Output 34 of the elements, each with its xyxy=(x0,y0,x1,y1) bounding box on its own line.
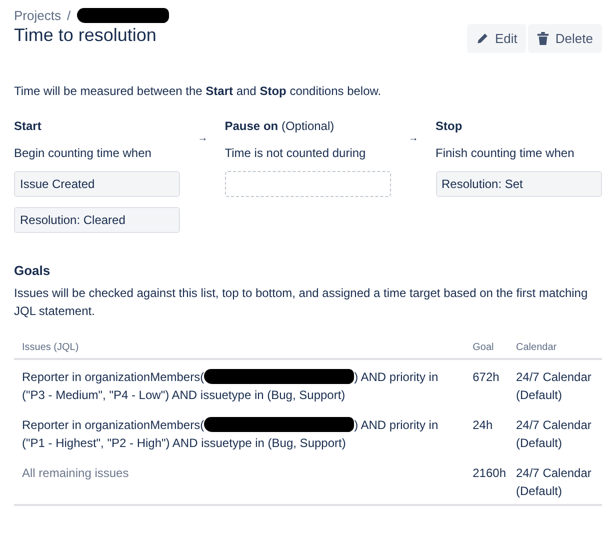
condition-item: Resolution: Set xyxy=(436,171,602,197)
goal-value: 672h xyxy=(472,370,500,384)
column-header: Issues (JQL) xyxy=(14,336,465,359)
condition-heading: Pause on xyxy=(224,119,278,133)
edit-button[interactable]: Edit xyxy=(467,24,526,53)
jql-text: Reporter in organizationMembers( ) AND priority in ("P1 - Highest", "P2 - High") AND issuetype in (Bug, Support) xyxy=(22,418,438,450)
goal-value: 2160h xyxy=(472,466,506,480)
calendar-name: 24/7 Calendar (Default) xyxy=(516,370,592,402)
calendar-name: 24/7 Calendar (Default) xyxy=(516,418,592,450)
column-header: Goal xyxy=(464,336,508,359)
section-heading: Goals xyxy=(14,263,52,278)
pencil-icon xyxy=(476,32,490,45)
goals-description: Issues will be checked against this list, top to bottom, and assigned a time target based on the first matching JQL statement. xyxy=(14,285,589,320)
condition-description: Begin counting time when xyxy=(14,146,152,162)
calendar-name: 24/7 Calendar (Default) xyxy=(516,466,592,498)
condition-note: (Optional) xyxy=(281,119,334,133)
condition-item: Issue Created xyxy=(14,171,180,197)
condition-description: Finish counting time when xyxy=(436,146,576,162)
page-title: Time to resolution xyxy=(14,25,158,46)
jql-text: All remaining issues xyxy=(22,466,129,480)
goal-value: 24h xyxy=(472,418,493,432)
intro-text: Time will be measured between the Start and Stop conditions below. xyxy=(14,83,382,99)
delete-button[interactable]: Delete xyxy=(528,24,602,53)
condition-heading: Stop xyxy=(436,119,462,133)
jql-text: Reporter in organizationMembers( ) AND priority in ("P3 - Medium", "P4 - Low") AND issuetype in (Bug, Support) xyxy=(22,370,438,402)
arrow-icon: → xyxy=(198,133,208,144)
trash-icon xyxy=(537,32,550,45)
condition-item: Resolution: Cleared xyxy=(14,207,180,233)
condition-heading: Start xyxy=(14,119,42,133)
breadcrumb-link[interactable]: Projects xyxy=(14,8,61,22)
arrow-icon: → xyxy=(408,133,418,144)
column-header: Calendar xyxy=(508,336,602,359)
breadcrumb-separator: / xyxy=(66,8,71,22)
condition-description: Time is not counted during xyxy=(224,146,367,162)
